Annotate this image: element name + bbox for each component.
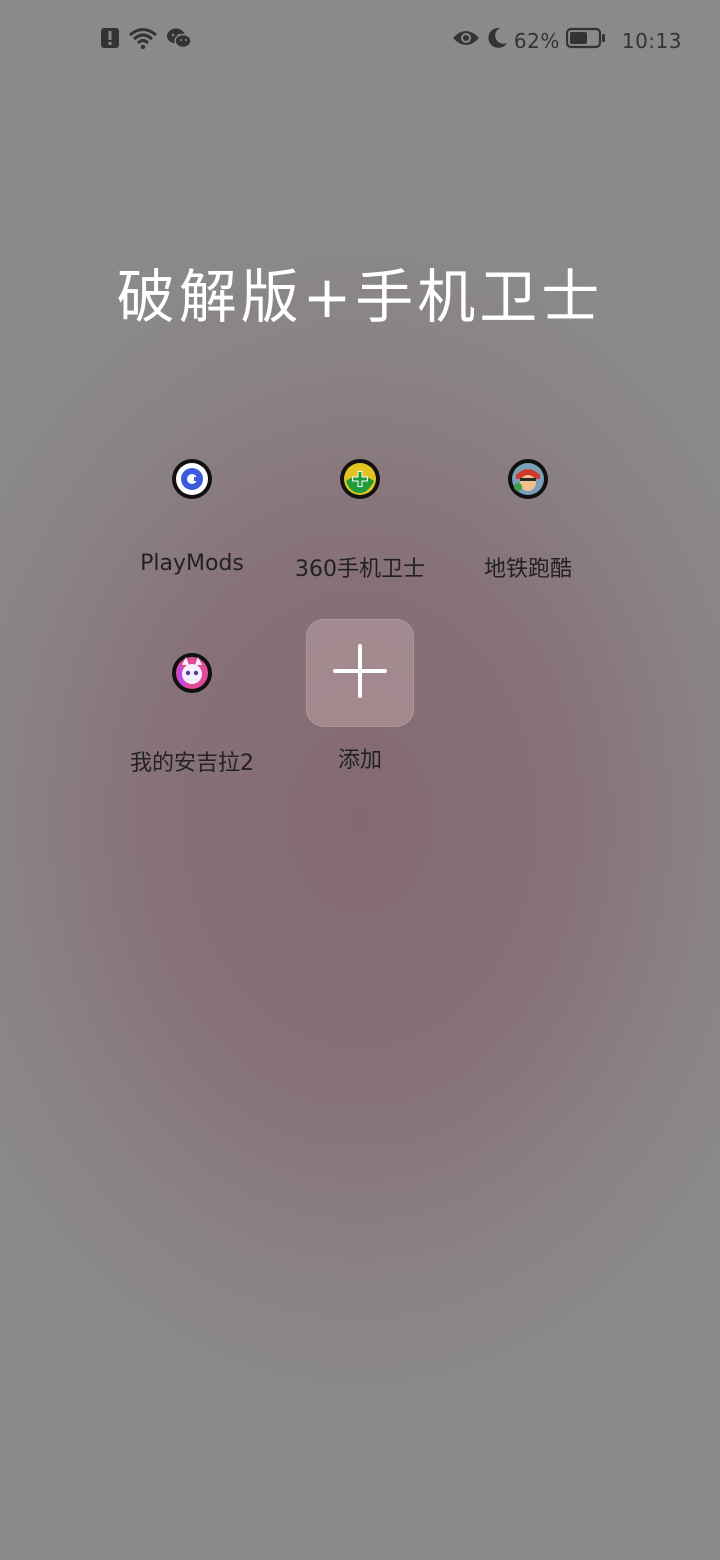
battery-icon xyxy=(565,27,606,54)
status-right-icons: 62% 10:13 xyxy=(452,26,682,55)
app-label-my-talking-angela-2: 我的安吉拉2 xyxy=(130,751,254,776)
folder-title[interactable]: 破解版+手机卫士 xyxy=(0,250,720,334)
app-subway-surfers[interactable]: 地铁跑酷 xyxy=(444,459,612,583)
plus-icon xyxy=(332,643,388,703)
subway-surfers-icon xyxy=(508,459,548,499)
add-app-button[interactable] xyxy=(306,619,414,727)
app-label-subway-surfers: 地铁跑酷 xyxy=(483,557,572,582)
add-app-label: 添加 xyxy=(337,748,382,773)
app-label-360-security: 360手机卫士 xyxy=(295,557,425,582)
wechat-icon xyxy=(166,27,192,53)
status-left-icons xyxy=(100,26,192,54)
status-bar: 62% 10:13 xyxy=(0,0,720,84)
app-my-talking-angela-2[interactable]: 我的安吉拉2 xyxy=(108,653,276,777)
wifi-icon xyxy=(128,26,158,54)
alert-icon xyxy=(100,27,120,53)
my-talking-angela-2-icon xyxy=(172,653,212,693)
moon-icon xyxy=(486,26,508,55)
app-label-playmods: PlayMods xyxy=(140,551,244,576)
app-360-security[interactable]: 360手机卫士 xyxy=(276,459,444,583)
playmods-icon xyxy=(172,459,212,499)
battery-percent-text: 62% xyxy=(513,28,560,53)
clock-time: 10:13 xyxy=(621,28,682,53)
eye-icon xyxy=(452,28,480,53)
app-playmods[interactable]: PlayMods xyxy=(108,459,276,576)
360-security-icon xyxy=(340,459,380,499)
